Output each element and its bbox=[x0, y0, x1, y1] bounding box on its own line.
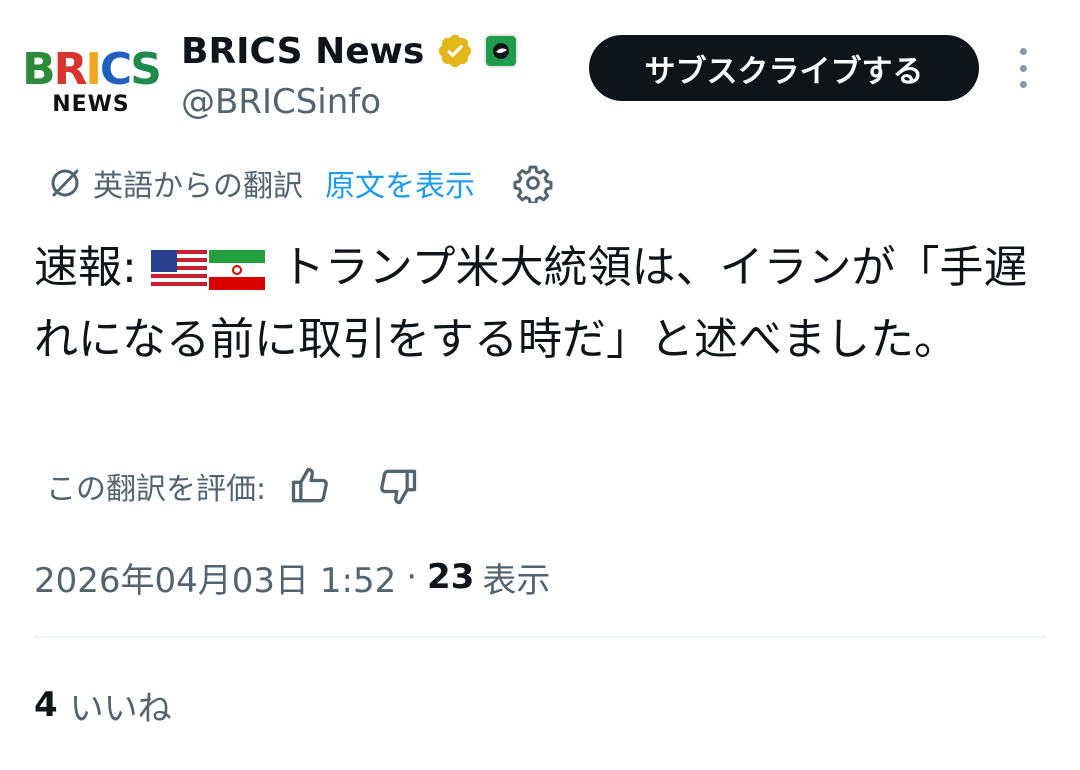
author-block: BRICS News @BRICSinfo bbox=[181, 28, 519, 122]
affiliate-badge-icon[interactable] bbox=[484, 34, 519, 68]
likes-label: いいね bbox=[69, 688, 172, 729]
tweet-lead: 速報: bbox=[34, 242, 151, 293]
rate-translation: この翻訳を評価: bbox=[46, 462, 420, 510]
handle[interactable]: @BRICSinfo bbox=[181, 82, 518, 122]
tweet-meta: 2026年04月03日 1:52 · 23 表示 bbox=[34, 552, 550, 602]
thumbs-down-icon[interactable] bbox=[376, 464, 420, 508]
us-flag-icon bbox=[150, 250, 207, 290]
avatar[interactable]: BRICS NEWS bbox=[22, 42, 162, 122]
logo-letter: B bbox=[22, 44, 56, 95]
translation-bar: 英語からの翻訳 原文を表示 bbox=[47, 160, 553, 206]
logo-letter: C bbox=[99, 44, 132, 95]
display-name[interactable]: BRICS News bbox=[181, 31, 424, 72]
likes-stat[interactable]: 4 いいね bbox=[34, 680, 172, 730]
news-logo-text: NEWS bbox=[52, 92, 130, 117]
tweet-text: 速報: トランプ米大統領は、イランが「手遅れになる前に取引をする時だ」と述べまし… bbox=[34, 232, 1054, 376]
translation-label: 英語からの翻訳 bbox=[93, 169, 303, 204]
show-original-link[interactable]: 原文を表示 bbox=[325, 161, 475, 205]
translate-icon bbox=[51, 169, 79, 197]
divider bbox=[34, 636, 1046, 638]
bird-icon bbox=[493, 43, 510, 59]
likes-count: 4 bbox=[34, 685, 58, 725]
brics-logo-text: BRICS bbox=[22, 44, 162, 95]
timestamp[interactable]: 2026年04月03日 1:52 bbox=[34, 553, 396, 602]
tweet-detail: BRICS NEWS BRICS News @BRICSinfo サブスクライブ… bbox=[0, 0, 1080, 770]
verified-badge-icon[interactable] bbox=[436, 32, 474, 70]
logo-letter: I bbox=[85, 44, 102, 95]
iran-flag-icon bbox=[208, 250, 265, 290]
rate-label: この翻訳を評価: bbox=[46, 472, 267, 507]
more-options-icon[interactable] bbox=[1010, 48, 1036, 88]
thumbs-up-icon[interactable] bbox=[288, 464, 332, 508]
logo-letter: S bbox=[130, 44, 162, 95]
gear-icon[interactable] bbox=[513, 163, 553, 203]
views-count[interactable]: 23 bbox=[427, 557, 474, 597]
meta-separator: · bbox=[406, 557, 418, 597]
views-label: 表示 bbox=[482, 560, 551, 601]
logo-letter: R bbox=[53, 44, 88, 95]
subscribe-button[interactable]: サブスクライブする bbox=[589, 35, 979, 101]
